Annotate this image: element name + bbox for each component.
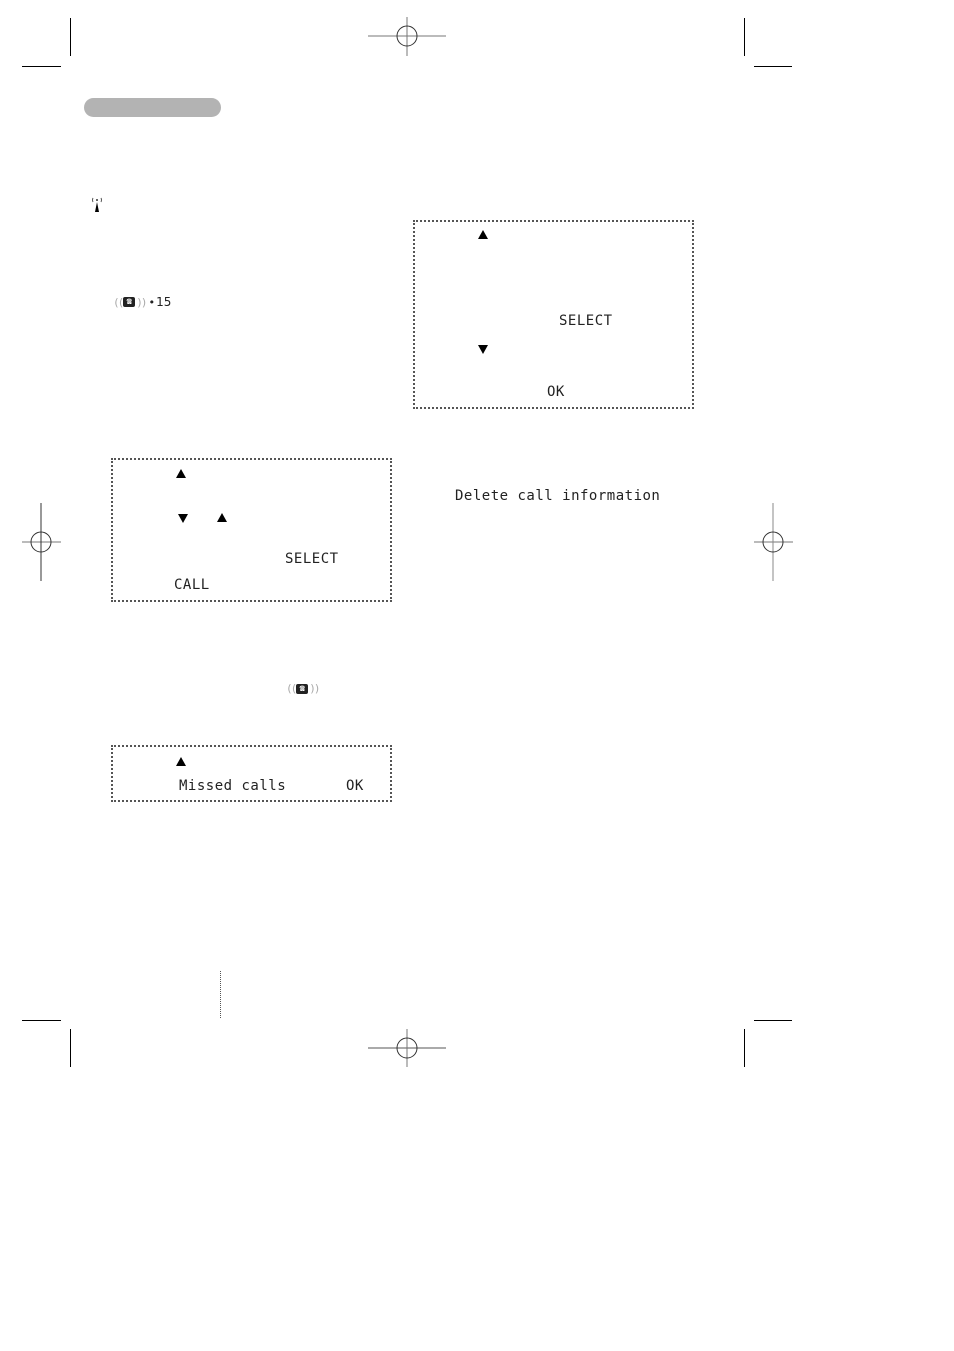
- dotted-divider: [220, 971, 221, 1018]
- registration-mark-top: [368, 17, 446, 56]
- lcd-missed-calls-screen: Missed calls OK: [111, 745, 392, 802]
- section-header-bar: [84, 98, 221, 117]
- crop-mark: [70, 1029, 71, 1067]
- telephone-icon: ☎: [123, 297, 136, 307]
- down-arrow-icon: [478, 345, 488, 354]
- crop-mark: [22, 1020, 61, 1021]
- registration-mark-bottom: [368, 1029, 446, 1067]
- crop-mark: [754, 1020, 792, 1021]
- sound-waves-icon: )): [309, 682, 320, 695]
- delete-call-information-label: Delete call information: [455, 488, 661, 504]
- antenna-signal-icon: [92, 197, 102, 212]
- ringing-phone-count-icon: (( ☎ )) • 15: [113, 295, 171, 309]
- call-count: 15: [156, 295, 172, 309]
- up-arrow-icon: [217, 513, 227, 522]
- softkey-select[interactable]: SELECT: [285, 551, 339, 567]
- ringing-phone-icon: (( ☎ )): [286, 682, 321, 695]
- softkey-call[interactable]: CALL: [174, 577, 210, 593]
- registration-mark-right: [754, 503, 793, 581]
- sound-waves-icon: ((: [286, 682, 297, 695]
- bullet: •: [148, 295, 156, 309]
- crop-mark: [22, 66, 61, 67]
- down-arrow-icon: [178, 514, 188, 523]
- softkey-ok[interactable]: OK: [547, 384, 565, 400]
- lcd-call-list-screen: SELECT CALL: [111, 458, 392, 602]
- softkey-select[interactable]: SELECT: [559, 313, 613, 329]
- crop-mark: [754, 66, 792, 67]
- sound-waves-icon: ((: [113, 295, 124, 309]
- crop-mark: [744, 1029, 745, 1067]
- menu-item-missed-calls[interactable]: Missed calls: [179, 778, 286, 794]
- telephone-icon: ☎: [296, 683, 309, 694]
- registration-mark-left: [22, 503, 61, 581]
- lcd-menu-screen: SELECT OK: [413, 220, 694, 409]
- up-arrow-icon: [478, 230, 488, 239]
- crop-mark: [744, 18, 745, 56]
- up-arrow-icon: [176, 469, 186, 478]
- up-arrow-icon: [176, 757, 186, 766]
- softkey-ok[interactable]: OK: [346, 778, 364, 794]
- sound-waves-icon: )): [136, 295, 147, 309]
- crop-mark: [70, 18, 71, 56]
